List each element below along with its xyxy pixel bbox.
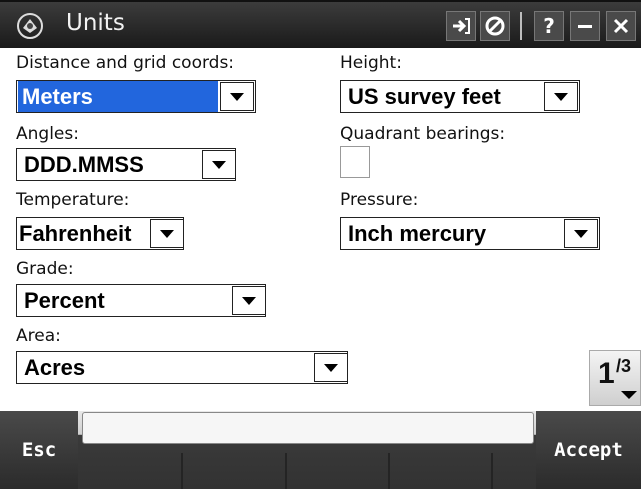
current-page-number: 1 [598, 357, 615, 390]
title-separator [520, 12, 522, 40]
pressure-units-value: Inch mercury [348, 221, 487, 246]
area-units-dropdown[interactable]: Acres [16, 351, 348, 384]
pressure-label: Pressure: [340, 190, 419, 210]
title-bar: Units ? [0, 0, 641, 48]
minimize-icon[interactable] [570, 11, 600, 41]
close-icon[interactable] [606, 11, 636, 41]
chevron-down-icon[interactable] [220, 82, 254, 111]
quadrant-bearings-checkbox[interactable] [340, 146, 370, 178]
height-label: Height: [340, 53, 402, 73]
area-label: Area: [16, 326, 61, 346]
chevron-down-icon[interactable] [544, 82, 578, 111]
window-title: Units [66, 10, 125, 36]
next-page-arrow-icon [621, 391, 637, 399]
grade-label: Grade: [16, 259, 74, 279]
grade-units-value: Percent [24, 288, 105, 313]
temperature-label: Temperature: [16, 190, 130, 210]
chevron-down-icon[interactable] [564, 219, 598, 248]
distance-units-dropdown[interactable]: Meters [16, 80, 256, 113]
quadrant-bearings-label: Quadrant bearings: [340, 124, 506, 144]
height-units-dropdown[interactable]: US survey feet [340, 80, 580, 113]
esc-button-label: Esc [21, 439, 57, 461]
no-entry-icon[interactable] [480, 11, 510, 41]
chevron-down-icon[interactable] [150, 219, 184, 248]
login-icon[interactable] [446, 11, 476, 41]
help-icon[interactable]: ? [534, 11, 564, 41]
height-units-value: US survey feet [348, 84, 501, 109]
distance-units-value: Meters [18, 81, 218, 112]
app-logo-icon[interactable] [14, 10, 46, 42]
distance-label: Distance and grid coords: [16, 53, 235, 73]
temperature-units-dropdown[interactable]: Fahrenheit [16, 217, 184, 250]
softkey-divider [285, 453, 287, 489]
angles-units-value: DDD.MMSS [24, 152, 144, 177]
area-units-value: Acres [24, 355, 86, 380]
accept-button[interactable]: Accept [536, 411, 641, 489]
total-pages-label: /3 [616, 356, 632, 376]
esc-button[interactable]: Esc [0, 411, 78, 489]
softkey-divider [388, 453, 390, 489]
status-entry-field[interactable] [82, 412, 534, 444]
chevron-down-icon[interactable] [314, 353, 348, 382]
grade-units-dropdown[interactable]: Percent [16, 284, 266, 317]
softkey-divider [491, 453, 493, 489]
softkey-divider [181, 453, 183, 489]
accept-button-label: Accept [554, 439, 623, 461]
page-indicator-button[interactable]: 1 /3 [589, 350, 641, 406]
chevron-down-icon[interactable] [232, 286, 266, 315]
chevron-down-icon[interactable] [202, 150, 236, 179]
angles-units-dropdown[interactable]: DDD.MMSS [16, 148, 236, 181]
temperature-units-value: Fahrenheit [19, 221, 132, 246]
angles-label: Angles: [16, 124, 79, 144]
pressure-units-dropdown[interactable]: Inch mercury [340, 217, 600, 250]
